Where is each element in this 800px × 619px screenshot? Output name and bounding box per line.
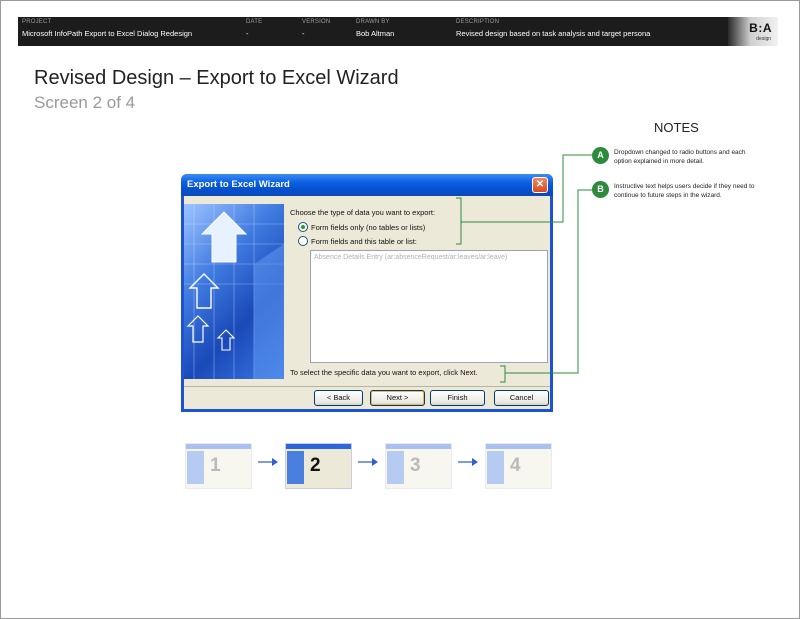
header-drawn-by: DRAWN BY Bob Altman: [356, 19, 394, 38]
option-form-fields-and-table-label: Form fields and this table or list:: [311, 237, 417, 246]
arrow-right-icon: [258, 458, 278, 466]
export-wizard-dialog: Export to Excel Wizard ✕ Choose the type…: [181, 174, 553, 412]
step-thumbnail-1[interactable]: 1: [185, 443, 252, 489]
close-icon[interactable]: ✕: [532, 177, 548, 193]
description-value: Revised design based on task analysis an…: [456, 29, 651, 38]
export-type-prompt: Choose the type of data you want to expo…: [290, 208, 436, 217]
option-form-fields-only[interactable]: Form fields only (no tables or lists): [298, 222, 425, 232]
step-thumbnail-4[interactable]: 4: [485, 443, 552, 489]
project-label: PROJECT: [22, 19, 52, 25]
next-button[interactable]: Next >: [370, 390, 425, 406]
note-text-b: Instructive text helps users decide if t…: [614, 183, 755, 199]
drawn-by-label: DRAWN BY: [356, 19, 390, 25]
finish-button[interactable]: Finish: [430, 390, 485, 406]
dialog-titlebar[interactable]: Export to Excel Wizard ✕: [181, 174, 553, 196]
date-label: DATE: [246, 19, 263, 25]
note-badge-b: B: [592, 181, 609, 198]
radio-unselected-icon[interactable]: [298, 236, 308, 246]
instruction-text: To select the specific data you want to …: [290, 368, 478, 377]
logo-text: B:A: [749, 21, 772, 35]
wizard-side-graphic: [184, 204, 284, 379]
cancel-button[interactable]: Cancel: [494, 390, 549, 406]
list-item[interactable]: Absence Details Entry (ar:absenceRequest…: [314, 254, 507, 261]
header-version: VERSION -: [302, 19, 330, 38]
header-description: DESCRIPTION Revised design based on task…: [456, 19, 650, 38]
date-value: -: [246, 29, 249, 38]
dialog-body: Choose the type of data you want to expo…: [184, 196, 550, 409]
project-value: Microsoft InfoPath Export to Excel Dialo…: [22, 29, 193, 38]
notes-title: NOTES: [654, 120, 699, 135]
version-label: VERSION: [302, 19, 331, 25]
note-text-a: Dropdown changed to radio buttons and ea…: [614, 149, 746, 165]
arrow-right-icon: [358, 458, 378, 466]
page-title: Revised Design – Export to Excel Wizard: [34, 67, 399, 89]
back-button[interactable]: < Back: [314, 390, 363, 406]
step-number: 3: [410, 455, 421, 476]
step-number: 1: [210, 455, 221, 476]
option-form-fields-and-table[interactable]: Form fields and this table or list:: [298, 236, 417, 246]
step-number: 2: [310, 455, 321, 476]
dialog-title: Export to Excel Wizard: [187, 179, 290, 190]
button-divider: [184, 386, 550, 387]
header-project: PROJECT Microsoft InfoPath Export to Exc…: [22, 19, 192, 38]
step-number: 4: [510, 455, 521, 476]
arrow-right-icon: [458, 458, 478, 466]
page-subtitle: Screen 2 of 4: [34, 93, 136, 112]
drawn-by-value: Bob Altman: [356, 29, 395, 38]
description-label: DESCRIPTION: [456, 19, 500, 25]
header-bar: PROJECT Microsoft InfoPath Export to Exc…: [18, 17, 778, 46]
step-thumbnail-3[interactable]: 3: [385, 443, 452, 489]
option-form-fields-only-label: Form fields only (no tables or lists): [311, 223, 426, 232]
radio-selected-icon[interactable]: [298, 222, 308, 232]
header-date: DATE -: [246, 19, 262, 38]
company-logo: B:A design: [728, 17, 778, 46]
logo-subtext: design: [756, 36, 771, 42]
note-badge-a: A: [592, 147, 609, 164]
wizard-graphic-arrows: [184, 204, 284, 379]
step-thumbnail-2[interactable]: 2: [285, 443, 352, 489]
version-value: -: [302, 29, 305, 38]
table-list-box[interactable]: Absence Details Entry (ar:absenceRequest…: [310, 250, 548, 363]
